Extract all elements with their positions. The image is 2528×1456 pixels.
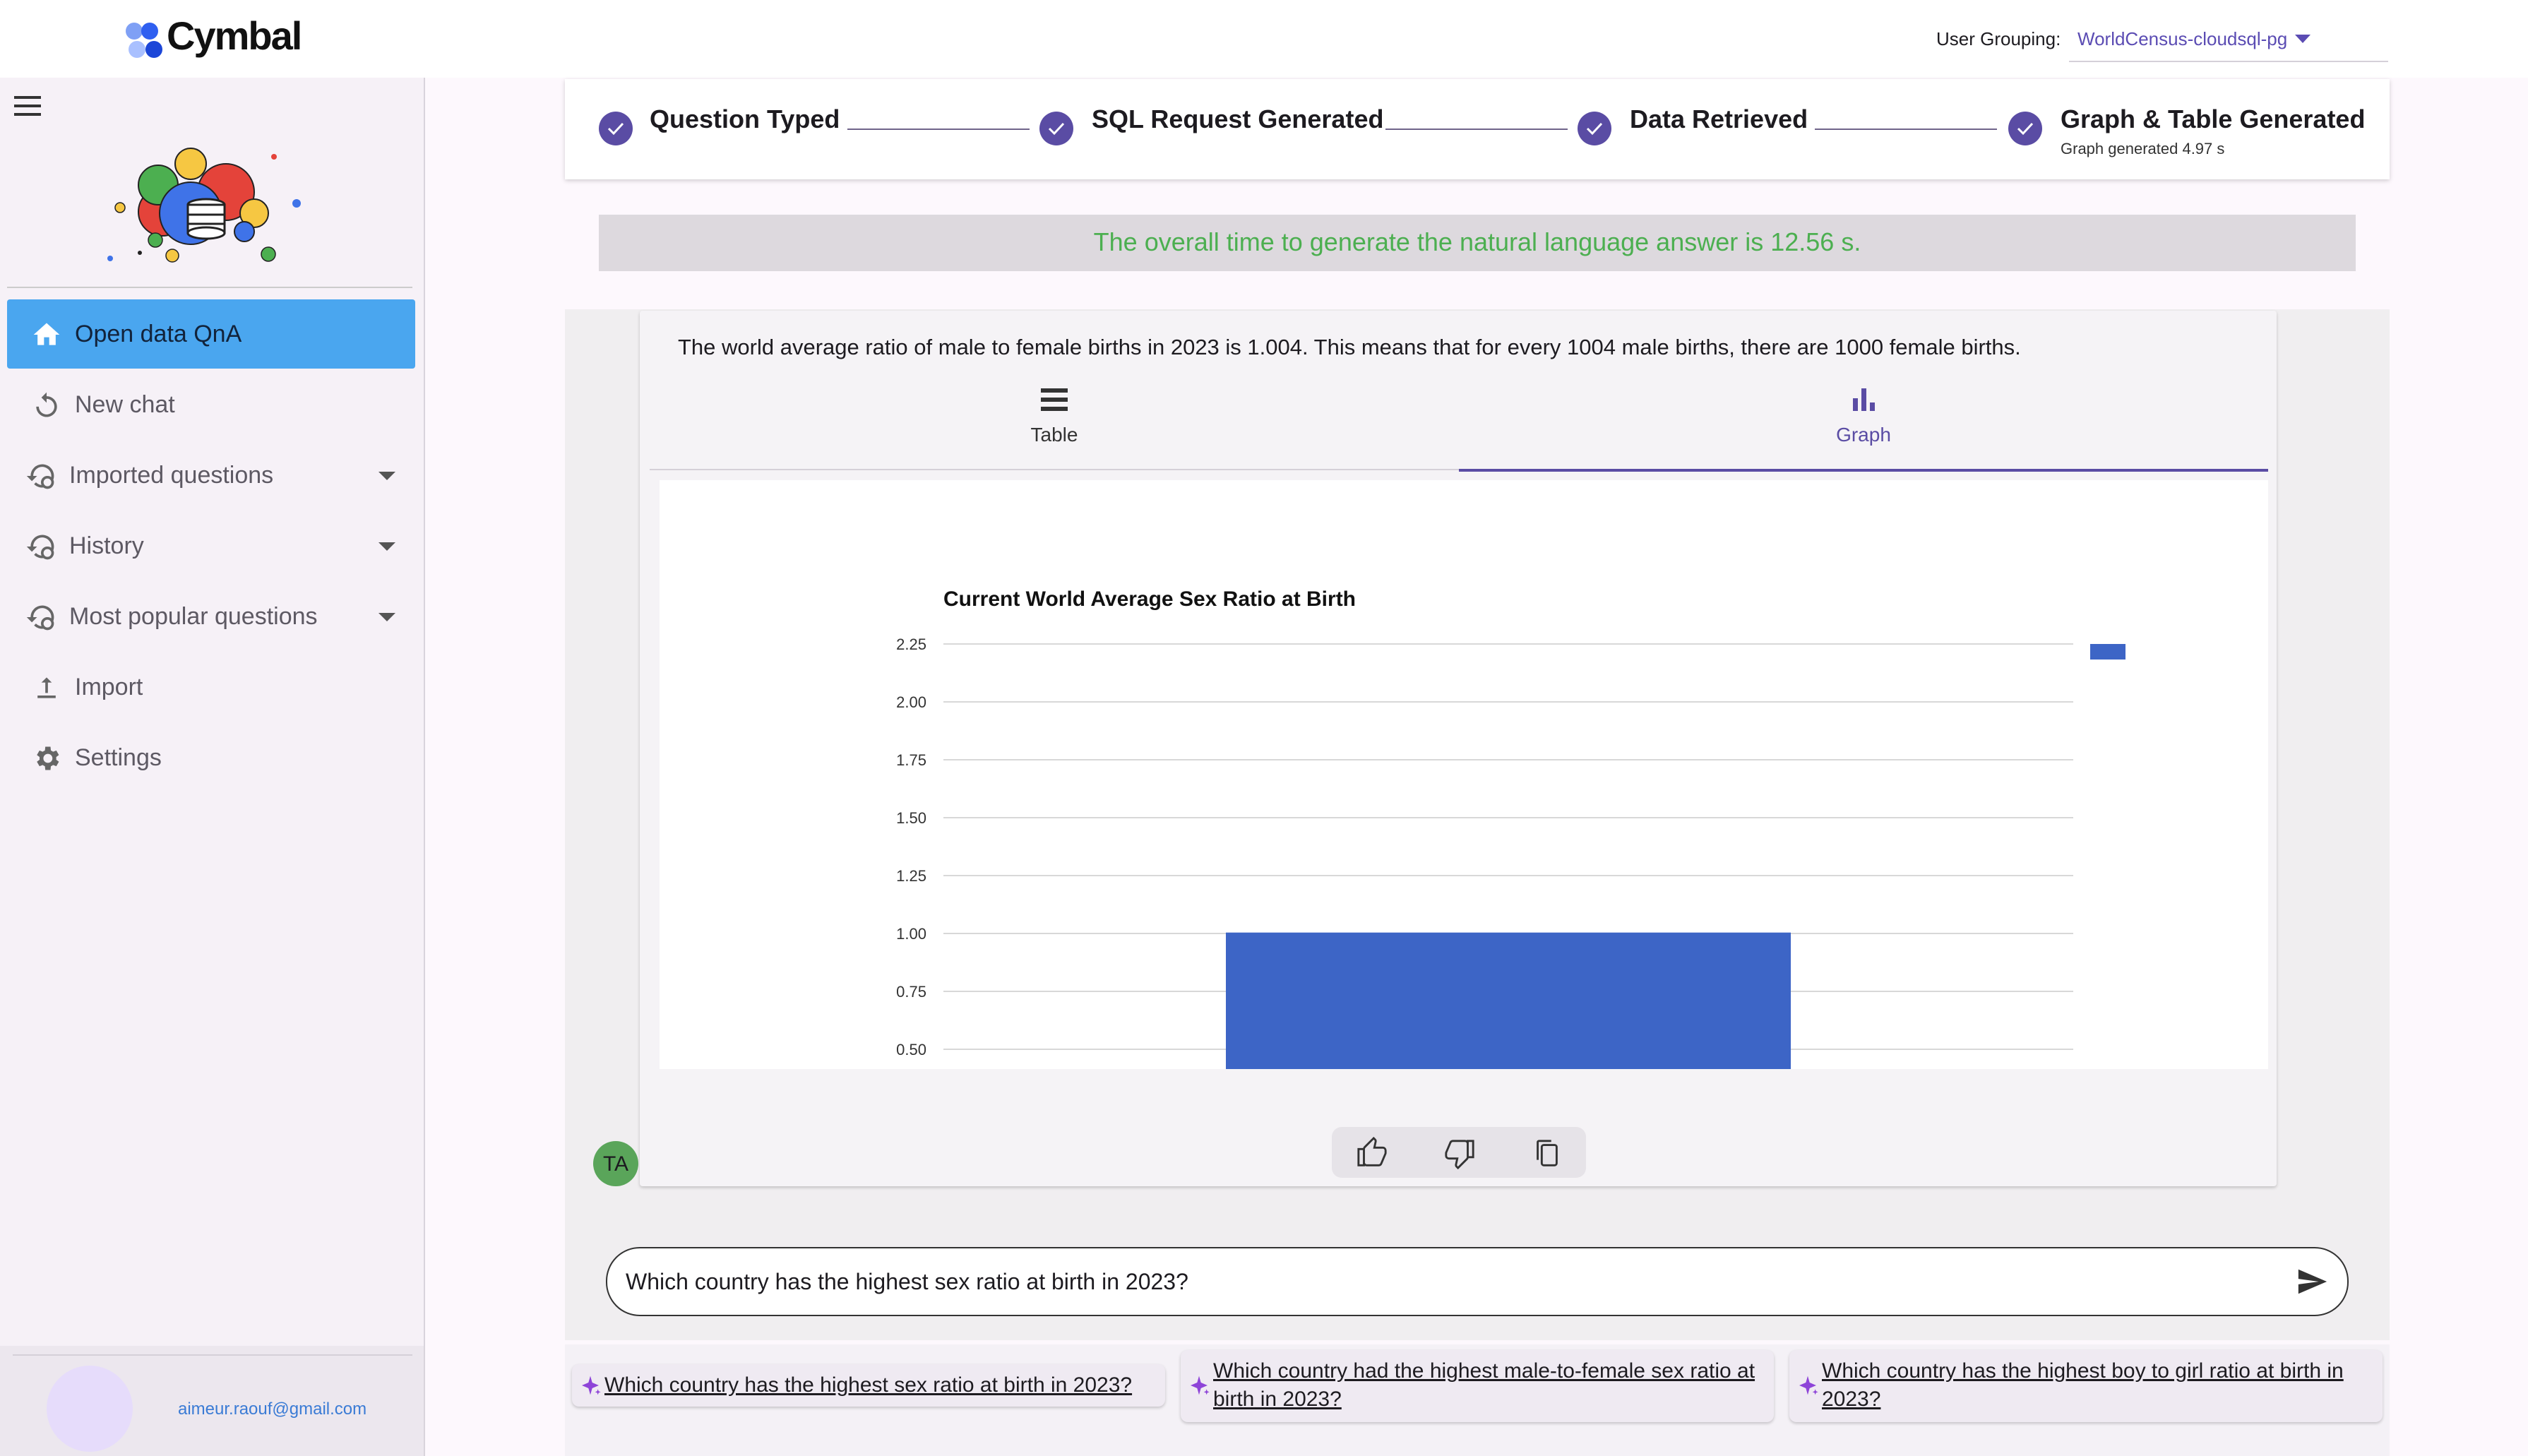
sidebar-divider (7, 287, 412, 288)
sidebar-item-label: History (69, 532, 144, 559)
check-circle-icon (1578, 112, 1611, 145)
step-connector (847, 129, 1030, 130)
chevron-down-icon[interactable] (378, 613, 395, 621)
step-connector (1385, 129, 1568, 130)
suggestion-chip[interactable]: Which country has the highest boy to gir… (1789, 1350, 2383, 1422)
y-tick-label: 0.75 (896, 983, 926, 1001)
chart-title: Current World Average Sex Ratio at Birth (943, 587, 1356, 611)
y-tick-label: 1.25 (896, 867, 926, 885)
user-email: aimeur.raouf@gmail.com (178, 1400, 367, 1419)
sidebar-item-label: Settings (75, 744, 162, 771)
user-grouping-select[interactable]: WorldCensus-cloudsql-pg (2069, 20, 2388, 62)
chart-panel: Current World Average Sex Ratio at Birth… (660, 480, 2268, 1069)
chat-input[interactable] (624, 1264, 2286, 1299)
gear-icon (37, 746, 59, 770)
progress-stepper: Question Typed SQL Request Generated Dat… (565, 79, 2390, 179)
brand-name: Cymbal (167, 13, 302, 58)
tab-table[interactable]: Table (650, 381, 1459, 470)
menu-icon[interactable] (14, 96, 42, 119)
check-circle-icon (1039, 112, 1073, 145)
sidebar-item-new-chat[interactable]: New chat (7, 370, 415, 439)
step-label: SQL Request Generated (1092, 105, 1384, 133)
avatar-initials: TA (602, 1152, 629, 1176)
sidebar-item-settings[interactable]: Settings (7, 723, 415, 792)
y-tick-label: 2.25 (896, 635, 926, 653)
tab-graph[interactable]: Graph (1459, 381, 2268, 472)
sidebar-item-most-popular-questions[interactable]: Most popular questions (7, 582, 415, 651)
home-icon (33, 323, 60, 345)
sidebar-item-label: Most popular questions (69, 603, 318, 630)
suggestion-text: Which country has the highest sex ratio … (604, 1373, 1133, 1397)
timing-banner-text: The overall time to generate the natural… (1093, 227, 1861, 256)
step-label: Data Retrieved (1630, 105, 1808, 133)
sidebar-item-history[interactable]: History (7, 511, 415, 580)
y-tick-label: 1.00 (896, 925, 926, 943)
sidebar-item-label: Open data QnA (75, 321, 242, 347)
timing-banner: The overall time to generate the natural… (599, 215, 2356, 271)
tab-label: Graph (1836, 424, 1891, 446)
history-settings-icon (26, 535, 54, 560)
step-label: Graph & Table Generated (2061, 105, 2366, 133)
suggestion-chip[interactable]: Which country has the highest sex ratio … (572, 1364, 1165, 1407)
step-label: Question Typed (650, 105, 840, 133)
divider (13, 1354, 412, 1356)
refresh-icon (36, 392, 57, 417)
thumb-down-icon[interactable] (1443, 1137, 1476, 1169)
user-grouping-label: User Grouping: (1936, 28, 2061, 49)
avatar[interactable] (47, 1366, 133, 1452)
check-circle-icon (599, 112, 633, 145)
answer-text: The world average ratio of male to femal… (678, 335, 2021, 359)
suggestion-text: Which country has the highest boy to gir… (1822, 1359, 2344, 1411)
sidebar-item-import[interactable]: Import (7, 652, 415, 722)
table-rows-icon (1041, 388, 1068, 412)
send-icon[interactable] (2295, 1265, 2329, 1298)
sidebar-item-label: New chat (75, 391, 175, 418)
y-tick-label: 0.50 (896, 1041, 926, 1058)
user-grouping-value: WorldCensus-cloudsql-pg (2077, 28, 2288, 49)
sparkle-icon (1799, 1376, 1818, 1395)
chevron-down-icon[interactable] (378, 472, 395, 480)
y-tick-label: 1.75 (896, 751, 926, 769)
chevron-down-icon (2295, 35, 2311, 43)
database-chat-illustration (107, 148, 301, 263)
step-connector (1815, 129, 1997, 130)
y-tick-label: 2.00 (896, 693, 926, 711)
step-sublabel: Graph generated 4.97 s (2061, 140, 2225, 157)
sidebar-item-open-data-qna[interactable]: Open data QnA (7, 299, 415, 369)
sparkle-icon (582, 1376, 601, 1395)
history-settings-icon (26, 605, 54, 631)
tab-label: Table (1030, 424, 1078, 446)
chat-input-box (606, 1247, 2349, 1316)
bar-chart: Current World Average Sex Ratio at Birth… (896, 587, 2125, 1069)
bar[interactable] (1226, 932, 1791, 1069)
cymbal-logo-icon (126, 23, 162, 58)
assistant-avatar: TA (593, 1141, 638, 1186)
check-circle-icon (2008, 112, 2042, 145)
suggestion-text: Which country had the highest male-to-fe… (1213, 1359, 1755, 1411)
feedback-toolbar (1332, 1127, 1586, 1178)
upload-icon (37, 677, 56, 698)
chevron-down-icon[interactable] (378, 542, 395, 551)
sidebar-item-label: Import (75, 674, 143, 700)
history-settings-icon (26, 464, 54, 489)
sidebar-item-label: Imported questions (69, 462, 274, 489)
sidebar-item-imported-questions[interactable]: Imported questions (7, 441, 415, 510)
copy-icon[interactable] (1531, 1137, 1563, 1169)
suggestion-chip[interactable]: Which country had the highest male-to-fe… (1181, 1350, 1774, 1422)
sparkle-icon (1191, 1376, 1210, 1395)
bar-chart-icon (1853, 388, 1875, 411)
legend-swatch (2090, 644, 2125, 660)
y-tick-label: 1.50 (896, 809, 926, 827)
thumb-up-icon[interactable] (1356, 1137, 1388, 1169)
